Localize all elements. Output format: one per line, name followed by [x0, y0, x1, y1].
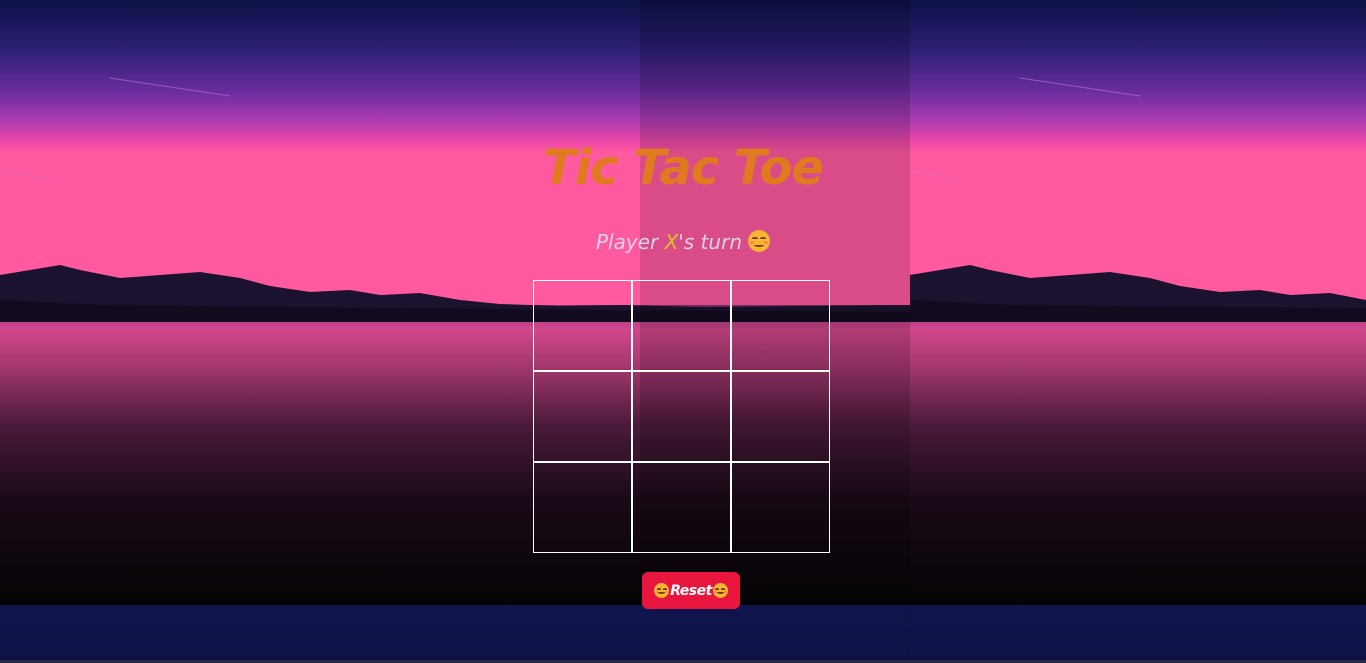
board-cell-2[interactable] — [632, 280, 731, 371]
smiling-face-icon — [748, 230, 770, 252]
game-page: Tic Tac Toe Player X's turn Reset — [0, 0, 1366, 663]
background-seam — [909, 605, 910, 663]
turn-status-prefix: Player — [596, 230, 665, 254]
board-cell-3[interactable] — [731, 280, 830, 371]
turn-status-suffix: 's turn — [678, 230, 742, 254]
board-cell-8[interactable] — [632, 462, 731, 553]
current-player-mark: X — [664, 230, 679, 254]
smiling-face-icon — [654, 583, 670, 598]
background-bottom-band — [0, 605, 1366, 663]
game-title: Tic Tac Toe — [542, 140, 824, 196]
game-board — [533, 280, 830, 553]
board-cell-4[interactable] — [533, 371, 632, 462]
board-cell-7[interactable] — [533, 462, 632, 553]
reset-label: Reset — [670, 582, 712, 599]
turn-status: Player X's turn — [0, 230, 1366, 254]
smiling-face-icon — [712, 583, 728, 598]
reset-button[interactable]: Reset — [642, 572, 740, 609]
board-cell-1[interactable] — [533, 280, 632, 371]
board-cell-6[interactable] — [731, 371, 830, 462]
board-cell-9[interactable] — [731, 462, 830, 553]
background-image-repeat — [910, 0, 1366, 605]
board-cell-5[interactable] — [632, 371, 731, 462]
